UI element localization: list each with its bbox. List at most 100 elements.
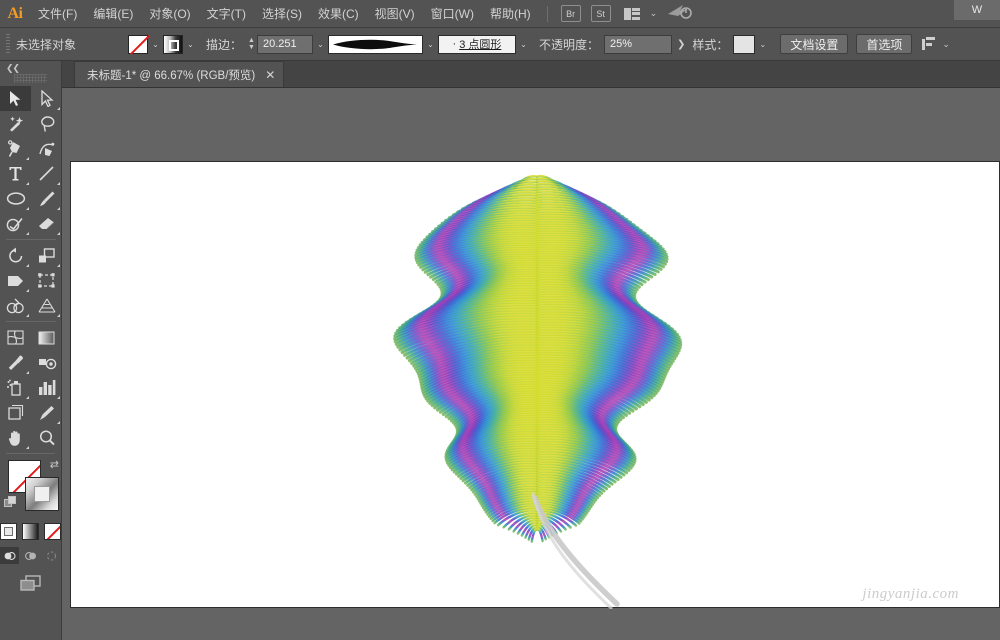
stroke-weight-chevron-down-icon[interactable]: ⌄ [313,35,328,54]
draw-normal-button[interactable] [0,547,19,564]
tool-flyout-corner-icon [57,107,60,110]
artboard[interactable]: jingyanjia.com [70,161,1000,608]
color-mode-row [0,523,61,540]
ellipse-tool[interactable] [0,186,31,211]
menu-view[interactable]: 视图(V) [367,0,423,28]
graphic-style-swatch[interactable] [733,35,755,54]
leaf-vector-graphic [71,162,1000,609]
rotate-tool[interactable] [0,243,31,268]
hand-tool[interactable] [0,425,31,450]
eraser-tool[interactable] [31,211,62,236]
gradient-leaf-artwork[interactable] [71,162,1000,609]
selection-tool[interactable] [0,86,31,111]
menu-object[interactable]: 对象(O) [141,0,198,28]
tool-flyout-corner-icon [26,371,29,374]
stroke-swatch[interactable] [163,35,183,54]
gradient-mode-button[interactable] [22,523,39,540]
close-icon[interactable]: ✕ [265,69,275,81]
tool-flyout-corner-icon [57,396,60,399]
artboard-tool[interactable] [0,400,31,425]
tools-divider [6,239,56,240]
menu-edit[interactable]: 编辑(E) [85,0,141,28]
menubar-divider [547,6,548,22]
window-close-button[interactable]: W [954,0,1000,20]
collapse-panel-icon[interactable]: ❮❮ [6,63,19,74]
opacity-expand-icon[interactable]: ❯ [677,39,685,50]
menu-window[interactable]: 窗口(W) [423,0,482,28]
swap-fill-stroke-icon[interactable]: ⇄ [50,458,59,471]
menu-file[interactable]: 文件(F) [30,0,85,28]
stroke-chevron-down-icon[interactable]: ⌄ [183,35,198,54]
brush-chevron-down-icon[interactable]: ⌄ [423,35,438,54]
stroke-weight-label: 描边： [206,36,242,53]
tools-panel-header: ❮❮ [0,61,61,73]
menu-type[interactable]: 文字(T) [199,0,254,28]
brush-definition-preview[interactable] [328,35,423,54]
slice-tool[interactable] [31,400,62,425]
tool-flyout-corner-icon [57,264,60,267]
type-tool[interactable] [0,161,31,186]
align-chevron-down-icon[interactable]: ⌄ [942,39,950,50]
symbol-sprayer-tool[interactable] [0,375,31,400]
blend-tool[interactable] [31,350,62,375]
draw-behind-button[interactable] [21,547,40,564]
align-icon[interactable] [922,37,938,52]
eyedropper-tool[interactable] [0,350,31,375]
pen-tool[interactable] [0,136,31,161]
bridge-icon[interactable]: Br [561,5,581,22]
workspace-chevron-down-icon[interactable]: ⌄ [650,8,658,19]
draw-inside-button[interactable] [42,547,61,564]
shaper-tool[interactable] [0,211,31,236]
none-mode-button[interactable] [44,523,61,540]
menu-effect[interactable]: 效果(C) [310,0,367,28]
tool-flyout-corner-icon [26,157,29,160]
preferences-button[interactable]: 首选项 [856,34,912,54]
stroke-profile-select[interactable]: · 3 点圆形 [438,35,516,54]
document-setup-button[interactable]: 文档设置 [780,34,848,54]
stroke-profile-chevron-down-icon[interactable]: ⌄ [516,35,531,54]
gradient-tool[interactable] [31,325,62,350]
workspace-switcher-icon[interactable] [624,7,646,21]
control-bar-grip[interactable] [6,34,10,54]
direct-selection-tool[interactable] [31,86,62,111]
fill-chevron-down-icon[interactable]: ⌄ [148,35,163,54]
creative-cloud-icon[interactable] [667,3,693,24]
stroke-weight-input[interactable]: 20.251 [257,35,313,54]
tools-panel-grip[interactable] [14,74,47,83]
stroke-weight-stepper[interactable]: ▲▼ [248,37,255,51]
menu-bar: Ai 文件(F) 编辑(E) 对象(O) 文字(T) 选择(S) 效果(C) 视… [0,0,1000,28]
scale-tool[interactable] [31,243,62,268]
opacity-input[interactable]: 25% [604,35,672,54]
canvas-scroll-area[interactable]: jingyanjia.com [62,88,1000,640]
mesh-tool[interactable] [0,325,31,350]
column-graph-tool[interactable] [31,375,62,400]
magic-wand-tool[interactable] [0,111,31,136]
tool-flyout-corner-icon [57,314,60,317]
menu-help[interactable]: 帮助(H) [482,0,539,28]
paintbrush-tool[interactable] [31,186,62,211]
stroke-color-swatch[interactable] [25,477,59,511]
fill-swatch[interactable] [128,35,148,54]
width-tool[interactable] [0,268,31,293]
lasso-tool[interactable] [31,111,62,136]
canvas-workspace[interactable]: jingyanjia.com [62,88,1000,640]
tools-divider [6,321,56,322]
zoom-tool[interactable] [31,425,62,450]
color-mode-button[interactable] [0,523,17,540]
default-fill-stroke-icon[interactable] [4,496,17,509]
shape-builder-tool[interactable] [0,293,31,318]
menu-select[interactable]: 选择(S) [254,0,310,28]
line-segment-tool[interactable] [31,161,62,186]
document-tab[interactable]: 未标题-1* @ 66.67% (RGB/预览) ✕ [74,61,284,87]
tool-flyout-corner-icon [26,207,29,210]
opacity-label: 不透明度： [539,36,599,53]
change-screen-mode-button[interactable] [18,574,44,597]
stock-icon[interactable]: St [591,5,611,22]
free-transform-tool[interactable] [31,268,62,293]
curvature-tool[interactable] [31,136,62,161]
fill-stroke-control: ⇄ [0,458,62,520]
perspective-grid-tool[interactable] [31,293,62,318]
tool-flyout-corner-icon [26,314,29,317]
tool-flyout-corner-icon [57,421,60,424]
style-chevron-down-icon[interactable]: ⌄ [755,35,770,54]
